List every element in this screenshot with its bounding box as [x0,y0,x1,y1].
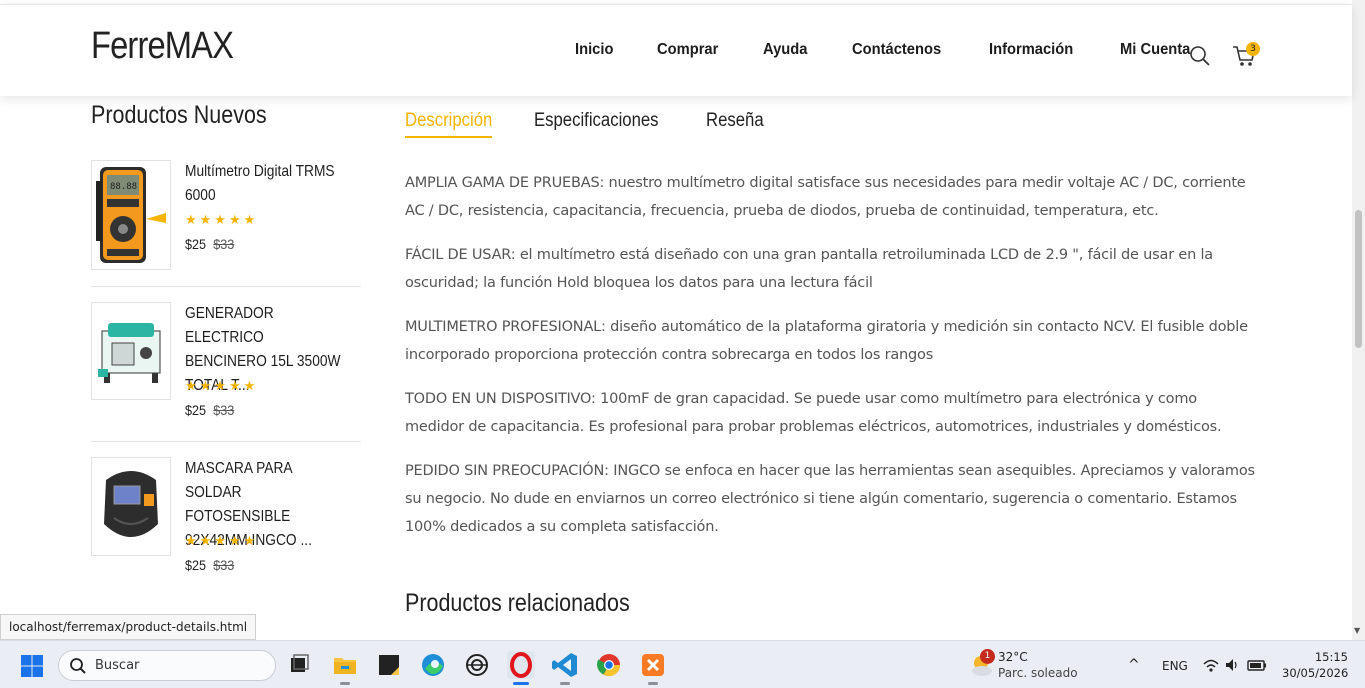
status-bar-url: localhost/ferremax/product-details.html [0,614,257,640]
main-nav: Inicio Comprar Ayuda Contáctenos Informa… [575,41,1237,59]
sidebar-product[interactable]: GENERADOR ELECTRICO BENCINERO 15L 3500W … [91,302,361,427]
product-name[interactable]: Multímetro Digital TRMS 6000 [185,160,348,208]
opera-browser-icon[interactable] [505,649,537,685]
file-explorer-icon[interactable] [329,649,361,685]
sidebar-title: Productos Nuevos [91,101,267,129]
edge-browser-icon[interactable] [417,649,449,681]
description-paragraph: AMPLIA GAMA DE PRUEBAS: nuestro multímet… [405,175,1246,219]
product-thumbnail-generator[interactable] [91,302,171,400]
wifi-icon [1203,659,1219,672]
nav-informacion[interactable]: Información [989,41,1073,59]
tab-especificaciones[interactable]: Especificaciones [534,110,659,138]
nav-contactenos[interactable]: Contáctenos [852,41,941,59]
product-description: AMPLIA GAMA DE PRUEBAS: nuestro multímet… [405,169,1260,557]
windows-taskbar: Buscar 1 32°C Parc. soleado ^ ENG 15:15 … [0,640,1365,688]
scrollbar-thumb[interactable] [1355,210,1362,348]
chrome-browser-icon[interactable] [593,649,625,681]
old-price: $33 [213,557,235,573]
description-paragraph: TODO EN UN DISPOSITIVO: 100mF de gran ca… [405,391,1222,435]
sidebar-product[interactable]: MASCARA PARA SOLDAR FOTOSENSIBLE 92X42MM… [91,457,361,582]
search-icon[interactable] [1189,45,1211,67]
description-paragraph: FÁCIL DE USAR: el multímetro está diseña… [405,247,1213,291]
product-thumbnail-multimeter[interactable]: 88.88 [91,160,171,270]
chatgpt-icon[interactable] [461,649,493,681]
sticky-notes-icon[interactable] [373,649,405,681]
site-header: FerreMAX Inicio Comprar Ayuda Contácteno… [0,4,1352,96]
old-price: $33 [213,236,235,252]
description-paragraph: PEDIDO SIN PREOCUPACIÓN: INGCO se enfoca… [405,463,1255,535]
taskbar-search[interactable]: Buscar [58,650,276,681]
browser-viewport: FerreMAX Inicio Comprar Ayuda Contácteno… [0,0,1365,640]
description-paragraph: MULTIMETRO PROFESIONAL: diseño automátic… [405,319,1248,363]
vscode-icon[interactable] [549,649,581,685]
product-price: $25 $33 [185,557,234,573]
weather-description: Parc. soleado [998,666,1078,680]
old-price: $33 [213,402,235,418]
current-price: $25 [185,236,207,252]
divider [91,286,361,287]
windows-start-icon[interactable] [20,654,44,678]
taskbar-search-placeholder: Buscar [95,658,140,673]
tab-resena[interactable]: Reseña [706,110,764,138]
product-price: $25 $33 [185,236,234,252]
weather-widget[interactable]: 1 32°C Parc. soleado [968,649,1088,683]
rating-stars: ★★★★★ [185,379,259,394]
language-indicator[interactable]: ENG [1162,659,1188,673]
show-hidden-icons-chevron-icon[interactable]: ^ [1128,657,1140,673]
divider [91,441,361,442]
app-running-indicator [648,682,658,685]
sidebar-product[interactable]: 88.88 Multímetro Digital TRMS 6000 ★★★★★… [91,160,361,275]
product-tabs: Descripción Especificaciones Reseña [405,110,801,138]
cart-count-badge: 3 [1246,42,1260,56]
task-view-icon[interactable] [283,649,315,681]
rating-stars: ★★★★★ [185,213,259,228]
svg-text:88.88: 88.88 [110,182,137,192]
nav-comprar[interactable]: Comprar [657,41,718,59]
current-price: $25 [185,557,207,573]
page-scrollbar[interactable]: ▼ [1352,0,1365,640]
rating-stars: ★★★★★ [185,534,259,549]
system-clock[interactable]: 15:15 30/05/2026 [1282,649,1348,681]
nav-ayuda[interactable]: Ayuda [763,41,807,59]
product-thumbnail-welding-mask[interactable] [91,457,171,556]
xampp-icon[interactable] [637,649,669,685]
volume-icon [1226,659,1237,671]
battery-icon [1247,660,1266,671]
app-running-indicator [560,682,570,685]
scroll-down-arrow-icon[interactable]: ▼ [1354,626,1360,635]
site-logo[interactable]: FerreMAX [91,25,234,68]
clock-time: 15:15 [1314,650,1348,664]
system-tray-icons[interactable] [1202,656,1270,674]
product-price: $25 $33 [185,402,234,418]
search-icon [70,658,86,674]
related-products-title: Productos relacionados [405,589,630,617]
tab-descripcion[interactable]: Descripción [405,110,493,138]
nav-inicio[interactable]: Inicio [575,41,613,59]
weather-temperature: 32°C [998,650,1028,664]
current-price: $25 [185,402,207,418]
clock-date: 30/05/2026 [1282,666,1349,680]
app-running-indicator [340,682,350,685]
weather-notification-badge: 1 [980,649,995,664]
nav-mi-cuenta[interactable]: Mi Cuenta [1120,41,1190,59]
app-active-indicator [513,682,529,685]
